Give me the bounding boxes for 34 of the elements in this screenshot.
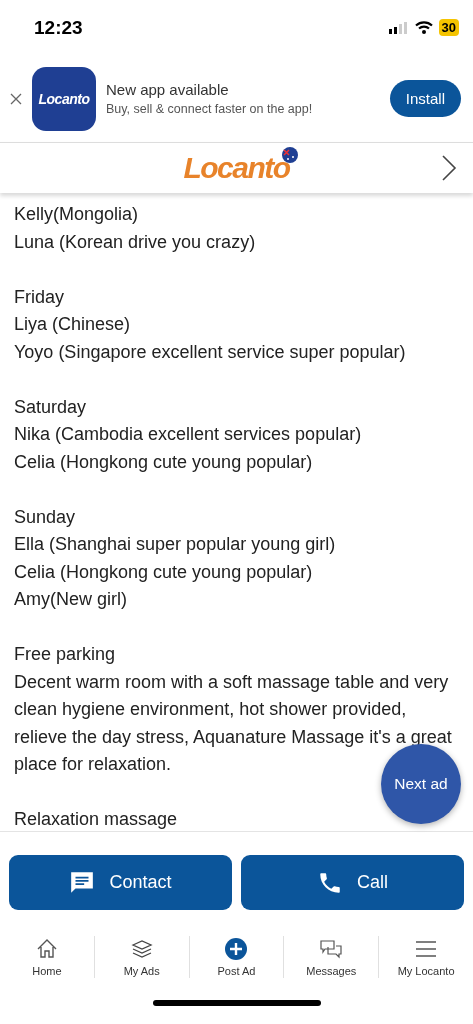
description-text: Friday — [14, 285, 64, 309]
nav-item[interactable]: Messages — [283, 936, 379, 978]
description-text: Nika (Cambodia excellent services popular) — [14, 423, 362, 446]
chat-icon — [319, 937, 344, 961]
battery-level: 30 — [438, 19, 459, 36]
description-text: Yoyo (Singapore excellent service super popular) — [14, 340, 406, 364]
description-text: Sunday — [14, 505, 76, 529]
chevron-right-icon[interactable] — [441, 155, 457, 181]
plus-icon — [224, 937, 249, 961]
wifi-icon — [414, 21, 433, 34]
description-text: Free parking — [14, 643, 116, 666]
nav-item[interactable]: My Ads — [93, 936, 189, 978]
nav-item[interactable]: Home — [0, 936, 94, 978]
status-time: 12:23 — [34, 16, 83, 39]
contact-button[interactable]: Contact — [9, 855, 232, 910]
description-text: Relaxation massage — [14, 808, 178, 831]
next-ad-button[interactable]: Next ad — [381, 744, 461, 824]
description-text: Ella (Shanghai super popular young girl) — [14, 533, 336, 556]
description-text: Kelly(Mongolia) — [14, 203, 139, 226]
description-text: Saturday — [14, 395, 87, 419]
app-icon: Locanto — [32, 66, 96, 131]
signal-icon — [388, 21, 409, 34]
description-text: Liya (Chinese) — [14, 313, 131, 336]
description-text: Celia (Hongkong cute young popular) — [14, 450, 313, 474]
call-button[interactable]: Call — [241, 855, 464, 910]
install-button[interactable]: Install — [389, 80, 461, 117]
description-text: Celia (Hongkong cute young popular) — [14, 560, 313, 584]
description-text: Luna (Korean drive you crazy) — [14, 230, 256, 254]
nav-item[interactable]: My Locanto — [378, 936, 473, 978]
banner-subtitle: Buy, sell & connect faster on the app! — [106, 102, 314, 116]
close-icon[interactable] — [10, 92, 22, 105]
description-text: Amy(New girl) — [14, 588, 127, 611]
nav-item[interactable]: Post Ad — [188, 936, 284, 978]
banner-title: New app available — [106, 81, 230, 98]
